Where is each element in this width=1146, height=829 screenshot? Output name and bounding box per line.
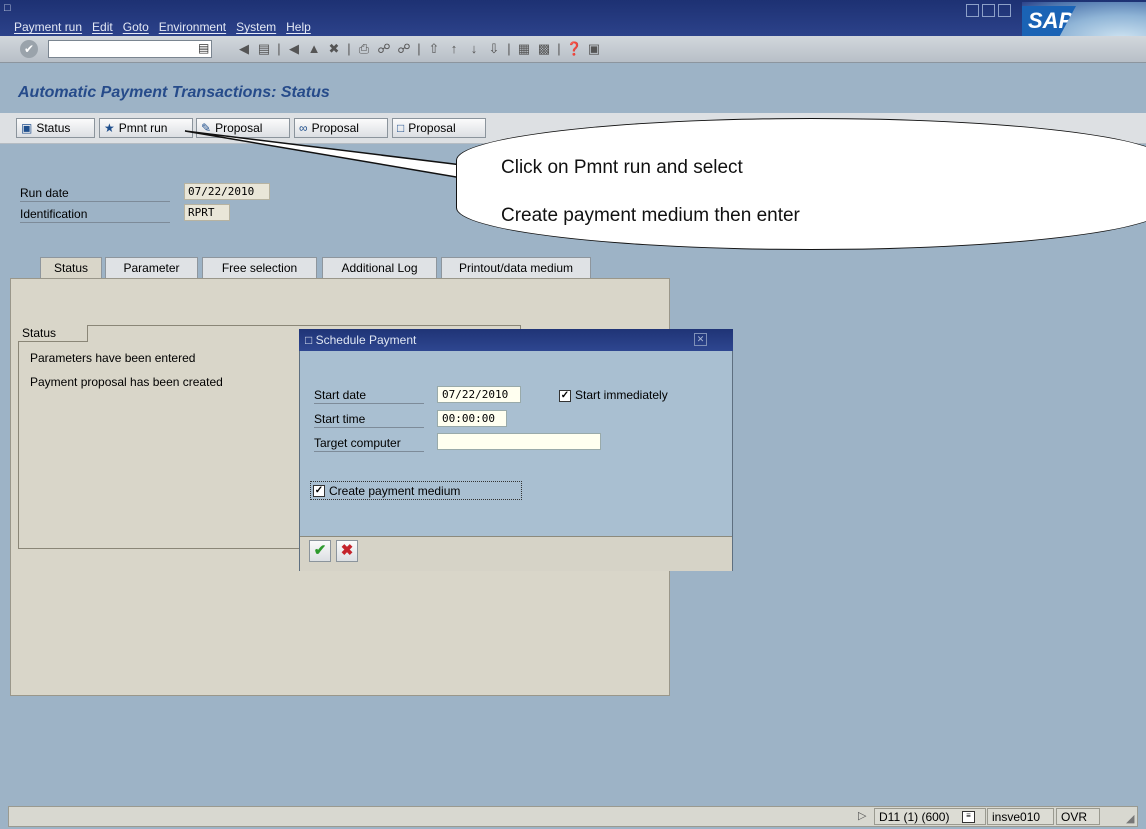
callout-joint xyxy=(458,163,466,179)
session-info-icon[interactable]: ≡ xyxy=(962,811,975,823)
callout-line-1: Click on Pmnt run and select xyxy=(501,157,743,178)
callout-line-2: Create payment medium then enter xyxy=(501,205,800,226)
statusbar-system-text: D11 (1) (600) xyxy=(879,810,950,824)
statusbar-server: insve010 xyxy=(987,808,1054,825)
callout-bubble xyxy=(456,118,1146,250)
resize-grip-icon[interactable]: ◢ xyxy=(1126,812,1134,825)
statusbar-mode: OVR xyxy=(1056,808,1100,825)
statusbar-expand-icon[interactable]: ▷ xyxy=(858,809,866,822)
